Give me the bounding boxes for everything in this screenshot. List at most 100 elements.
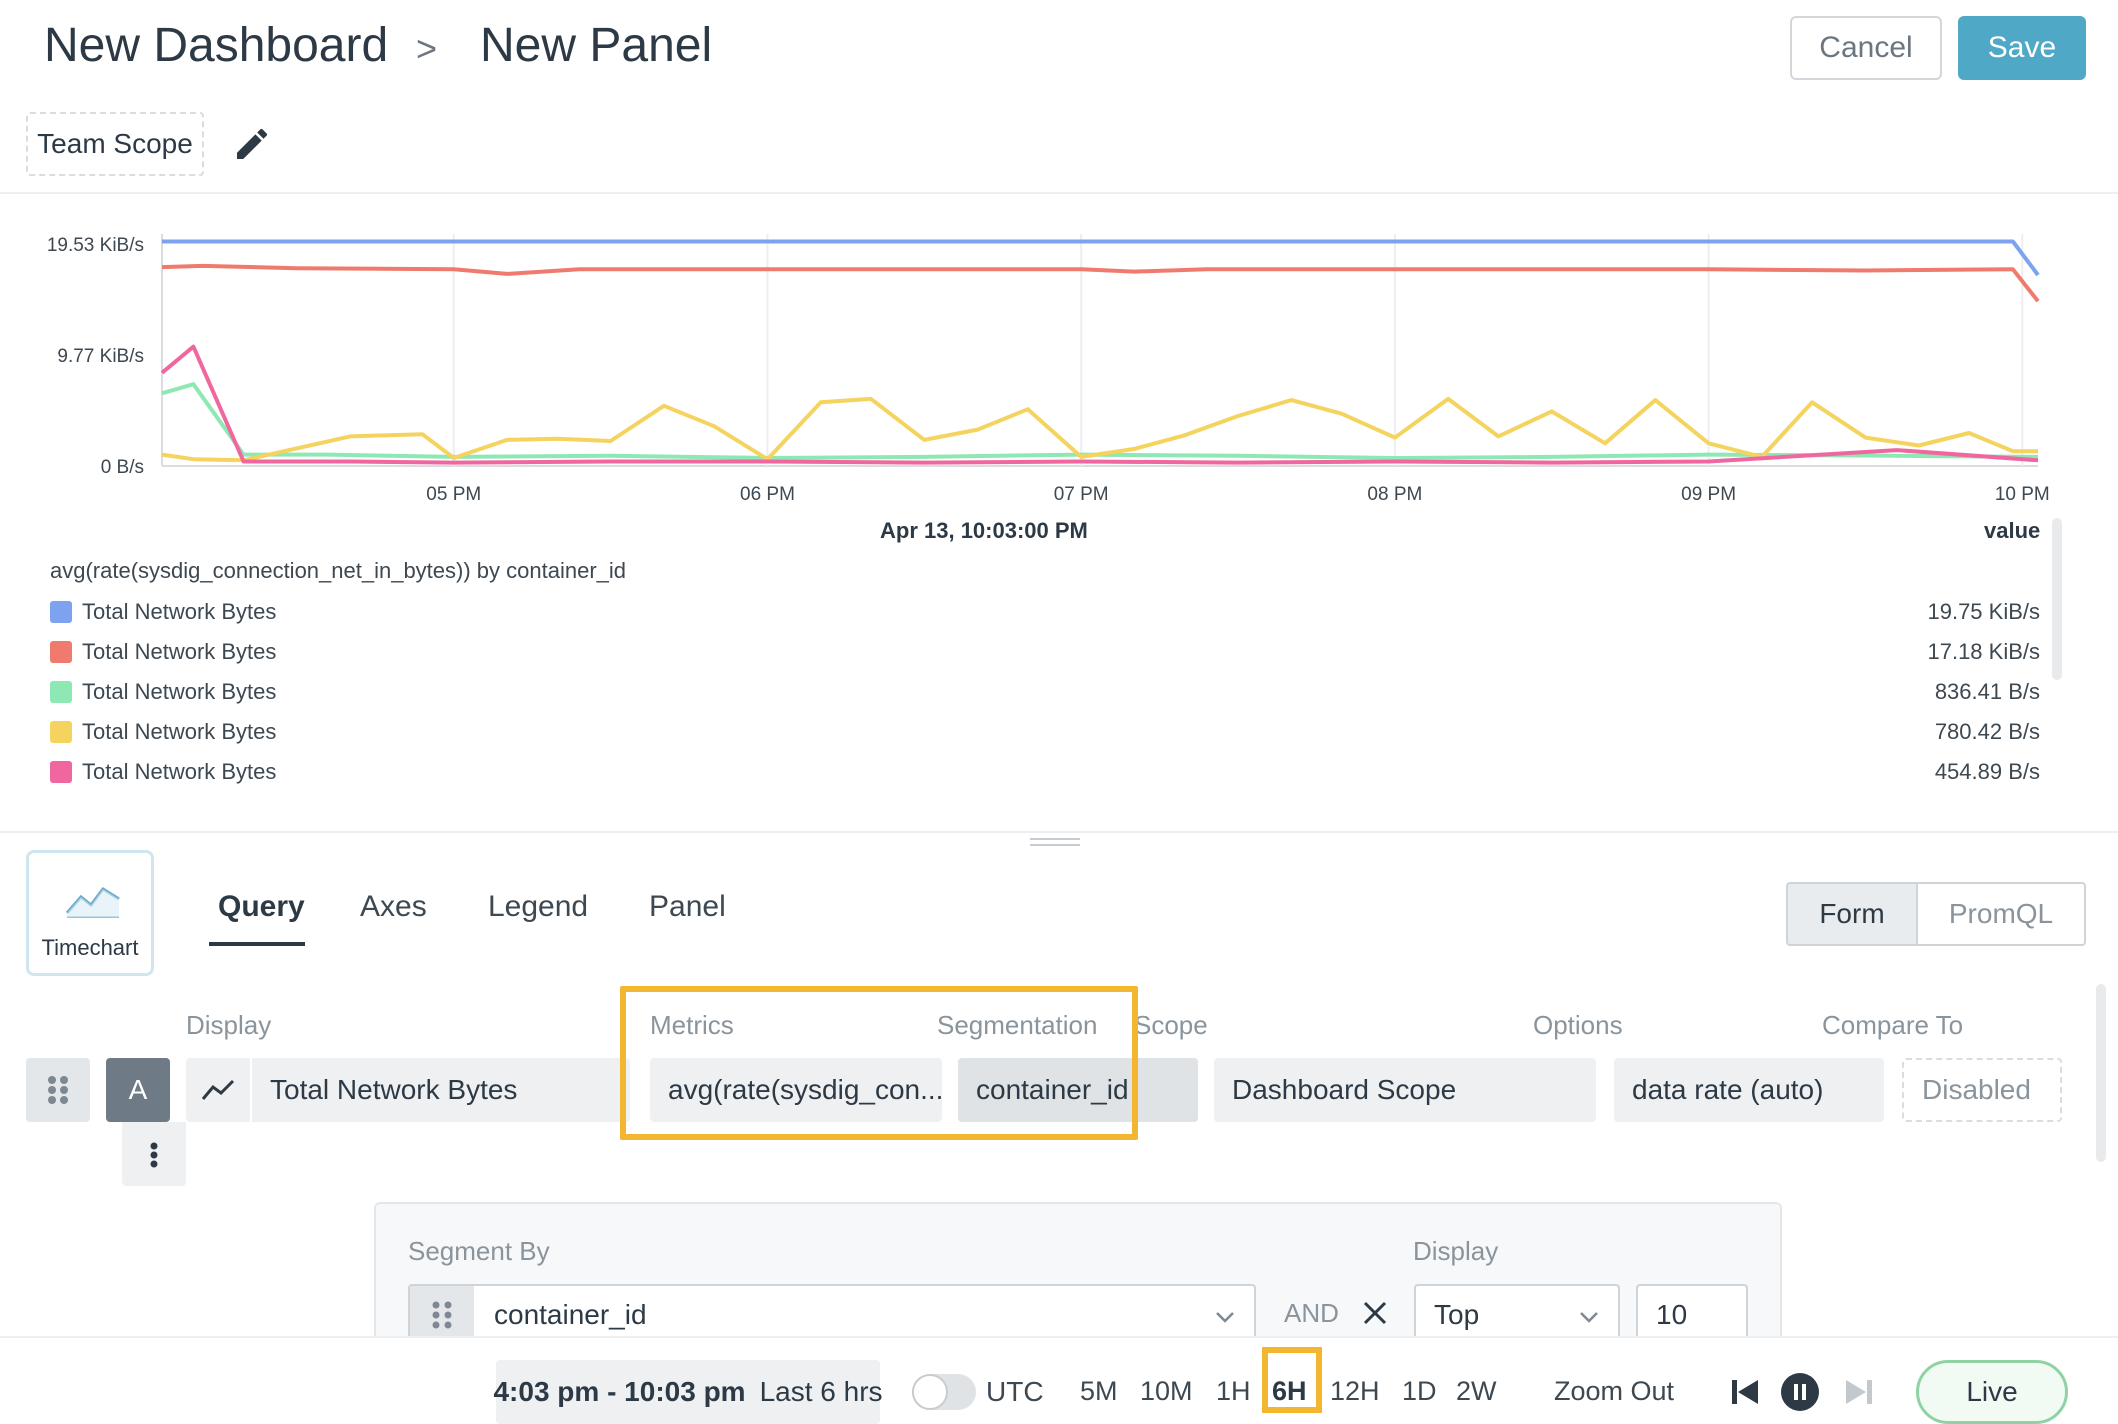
options-selector[interactable]: data rate (auto) bbox=[1614, 1058, 1884, 1122]
y-tick-label: 19.53 KiB/s bbox=[47, 235, 144, 256]
x-tick-label: 10 PM bbox=[1995, 484, 2050, 505]
visualization-type-label: Timechart bbox=[41, 935, 139, 960]
legend-row[interactable]: Total Network Bytes 17.18 KiB/s bbox=[50, 634, 2040, 670]
legend-series-name: Total Network Bytes bbox=[82, 719, 277, 744]
x-tick-label: 08 PM bbox=[1367, 484, 1422, 505]
column-header-scope: Scope bbox=[1134, 1010, 1208, 1040]
tab-axes[interactable]: Axes bbox=[360, 890, 427, 924]
legend-scrollbar[interactable] bbox=[2052, 518, 2062, 680]
highlight-6h bbox=[1262, 1347, 1322, 1413]
range-10m-button[interactable]: 10M bbox=[1140, 1376, 1193, 1407]
display-type-button[interactable] bbox=[186, 1058, 252, 1122]
tab-panel[interactable]: Panel bbox=[649, 890, 726, 924]
segment-display-label: Display bbox=[1413, 1236, 1499, 1266]
cancel-button[interactable]: Cancel bbox=[1790, 16, 1942, 80]
legend-swatch bbox=[50, 761, 72, 783]
legend-query: avg(rate(sysdig_connection_net_in_bytes)… bbox=[50, 558, 627, 583]
y-axis: 19.53 KiB/s 9.77 KiB/s 0 B/s bbox=[47, 235, 144, 478]
y-tick-label: 0 B/s bbox=[101, 457, 144, 478]
x-tick-label: 09 PM bbox=[1681, 484, 1736, 505]
and-label: AND bbox=[1284, 1298, 1339, 1328]
column-header-compare-to: Compare To bbox=[1822, 1010, 1964, 1040]
time-range-picker[interactable]: 4:03 pm - 10:03 pm Last 6 hrs bbox=[493, 1360, 883, 1424]
y-tick-label: 9.77 KiB/s bbox=[57, 346, 144, 367]
series-line bbox=[161, 263, 2040, 303]
range-12h-button[interactable]: 12H bbox=[1330, 1376, 1380, 1407]
range-2w-button[interactable]: 2W bbox=[1456, 1376, 1497, 1407]
team-scope-chip[interactable]: Team Scope bbox=[26, 112, 204, 176]
legend-series-value: 19.75 KiB/s bbox=[1927, 599, 2040, 624]
timechart-icon bbox=[65, 886, 120, 918]
legend-series-value: 836.41 B/s bbox=[1934, 679, 2040, 704]
page-title: New Panel bbox=[480, 19, 713, 72]
x-tick-label: 07 PM bbox=[1054, 484, 1109, 505]
active-tab-indicator bbox=[209, 942, 305, 946]
time-range-description: Last 6 hrs bbox=[759, 1376, 883, 1407]
legend-series-value: 454.89 B/s bbox=[1934, 759, 2040, 784]
column-header-options: Options bbox=[1533, 1010, 1623, 1040]
skip-forward-icon[interactable] bbox=[1838, 1372, 1878, 1412]
utc-toggle[interactable] bbox=[912, 1374, 976, 1410]
segment-by-value: container_id bbox=[494, 1299, 647, 1330]
legend-swatch bbox=[50, 601, 72, 623]
compare-to-selector[interactable]: Disabled bbox=[1902, 1058, 2062, 1122]
utc-toggle-knob bbox=[912, 1374, 948, 1410]
legend-series-name: Total Network Bytes bbox=[82, 599, 277, 624]
close-icon[interactable] bbox=[1360, 1298, 1390, 1328]
legend-row[interactable]: Total Network Bytes 836.41 B/s bbox=[50, 674, 2040, 710]
breadcrumb-parent[interactable]: New Dashboard bbox=[44, 18, 388, 73]
query-letter-button[interactable]: A bbox=[106, 1058, 170, 1122]
panel-divider bbox=[0, 831, 2118, 833]
pause-icon[interactable] bbox=[1780, 1372, 1820, 1412]
mode-promql-button[interactable]: PromQL bbox=[1916, 882, 2086, 946]
display-top-value: Top bbox=[1434, 1299, 1480, 1330]
range-1d-button[interactable]: 1D bbox=[1402, 1376, 1437, 1407]
chevron-down-icon bbox=[1580, 1312, 1598, 1323]
legend-row[interactable]: Total Network Bytes 780.42 B/s bbox=[50, 714, 2040, 750]
tab-query[interactable]: Query bbox=[218, 890, 305, 924]
legend-series-value: 17.18 KiB/s bbox=[1927, 639, 2040, 664]
legend-series-name: Total Network Bytes bbox=[82, 759, 277, 784]
legend-value-header: value bbox=[1984, 518, 2041, 543]
x-axis: 05 PM 06 PM 07 PM 08 PM 09 PM 10 PM bbox=[426, 484, 2049, 505]
chart-series bbox=[160, 239, 2040, 465]
zoom-out-button[interactable]: Zoom Out bbox=[1554, 1376, 1674, 1407]
timechart-plot[interactable]: 19.53 KiB/s 9.77 KiB/s 0 B/s 05 PM 06 PM 07 … bbox=[0, 194, 2118, 514]
legend-swatch bbox=[50, 641, 72, 663]
display-name-value: Total Network Bytes bbox=[270, 1074, 518, 1105]
grip-icon bbox=[48, 1076, 68, 1104]
grip-icon bbox=[432, 1301, 452, 1329]
display-name-field[interactable]: Total Network Bytes bbox=[186, 1058, 630, 1122]
pencil-icon[interactable] bbox=[232, 124, 272, 164]
time-range-value: 4:03 pm - 10:03 pm bbox=[493, 1376, 746, 1407]
range-1h-button[interactable]: 1H bbox=[1216, 1376, 1251, 1407]
series-line bbox=[161, 396, 2038, 463]
legend-swatch bbox=[50, 721, 72, 743]
skip-back-icon[interactable] bbox=[1726, 1372, 1766, 1412]
legend-swatch bbox=[50, 681, 72, 703]
series-line bbox=[161, 382, 2039, 460]
legend-row[interactable]: Total Network Bytes 454.89 B/s bbox=[50, 754, 2040, 790]
save-button[interactable]: Save bbox=[1958, 16, 2086, 80]
live-button[interactable]: Live bbox=[1916, 1360, 2068, 1424]
resize-handle[interactable] bbox=[1030, 838, 1080, 846]
mode-form-button[interactable]: Form bbox=[1786, 882, 1918, 946]
chevron-down-icon bbox=[1216, 1312, 1234, 1323]
tab-legend[interactable]: Legend bbox=[488, 890, 588, 924]
range-5m-button[interactable]: 5M bbox=[1080, 1376, 1118, 1407]
query-drag-handle[interactable] bbox=[26, 1058, 90, 1122]
legend-row[interactable]: Total Network Bytes 19.75 KiB/s bbox=[50, 594, 2040, 630]
kebab-icon bbox=[150, 1142, 158, 1168]
query-more-menu[interactable] bbox=[122, 1122, 186, 1186]
scope-selector[interactable]: Dashboard Scope bbox=[1214, 1058, 1596, 1122]
x-tick-label: 06 PM bbox=[740, 484, 795, 505]
series-line bbox=[160, 344, 2039, 465]
breadcrumb-separator-icon: > bbox=[416, 28, 438, 69]
segment-by-label: Segment By bbox=[408, 1236, 550, 1266]
editor-scrollbar[interactable] bbox=[2096, 984, 2106, 1162]
highlight-metrics-segmentation bbox=[620, 986, 1138, 1140]
legend-timestamp: Apr 13, 10:03:00 PM bbox=[880, 518, 1088, 543]
visualization-type-selector[interactable]: Timechart bbox=[26, 850, 154, 976]
legend-series-value: 780.42 B/s bbox=[1934, 719, 2040, 744]
line-chart-icon bbox=[201, 1079, 235, 1100]
